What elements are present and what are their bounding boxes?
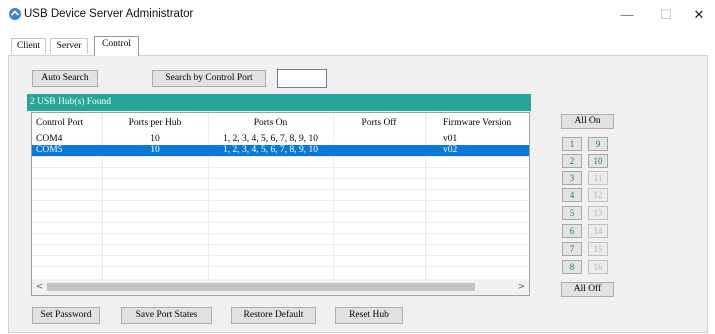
- scroll-left-icon[interactable]: <: [32, 279, 47, 295]
- table-row[interactable]: COM4 10 1, 2, 3, 4, 5, 6, 7, 8, 9, 10 v01: [32, 134, 529, 145]
- column-header[interactable]: Ports On: [208, 113, 333, 134]
- minimize-button[interactable]: —: [612, 5, 642, 25]
- tab-control[interactable]: Control: [94, 36, 139, 56]
- all-on-button[interactable]: All On: [561, 114, 614, 129]
- port-6-button[interactable]: 6: [562, 224, 582, 238]
- port-10-button[interactable]: 10: [588, 154, 608, 168]
- restore-default-button[interactable]: Restore Default: [231, 307, 316, 324]
- port-5-button[interactable]: 5: [562, 206, 582, 220]
- column-header[interactable]: Control Port: [32, 113, 102, 134]
- search-by-control-port-button[interactable]: Search by Control Port: [152, 70, 266, 87]
- hubs-found-status: 2 USB Hub(s) Found: [27, 94, 531, 111]
- port-14-button[interactable]: 14: [588, 224, 608, 238]
- port-9-button[interactable]: 9: [588, 137, 608, 151]
- title-bar: USB Device Server Administrator — ☐ ✕: [0, 0, 715, 31]
- ports-per-hub-cell: 10: [150, 134, 160, 144]
- port-3-button[interactable]: 3: [562, 171, 582, 185]
- control-port-input[interactable]: [277, 69, 327, 88]
- port-15-button[interactable]: 15: [588, 242, 608, 256]
- port-7-button[interactable]: 7: [562, 242, 582, 256]
- set-password-button[interactable]: Set Password: [32, 307, 100, 324]
- column-header[interactable]: Firmware Version: [425, 113, 529, 134]
- maximize-button[interactable]: ☐: [651, 5, 681, 25]
- tab-client[interactable]: Client: [11, 38, 46, 54]
- auto-search-button[interactable]: Auto Search: [32, 70, 98, 87]
- horizontal-scrollbar[interactable]: < >: [32, 279, 529, 295]
- scroll-thumb[interactable]: [47, 283, 475, 291]
- ports-on-cell: 1, 2, 3, 4, 5, 6, 7, 8, 9, 10: [223, 134, 318, 144]
- scroll-right-icon[interactable]: >: [514, 279, 529, 295]
- port-16-button[interactable]: 16: [588, 260, 608, 274]
- table-header: Control Port Ports per Hub Ports On Ports O…: [32, 113, 529, 134]
- reset-hub-button[interactable]: Reset Hub: [335, 307, 403, 324]
- save-port-states-button[interactable]: Save Port States: [121, 307, 212, 324]
- usb-app-icon: [9, 8, 21, 20]
- column-header[interactable]: Ports Off: [333, 113, 425, 134]
- control-port-cell: COM5: [36, 145, 63, 155]
- control-port-cell: COM4: [36, 134, 63, 144]
- all-off-button[interactable]: All Off: [561, 282, 614, 297]
- table-row-selected[interactable]: COM5 10 1, 2, 3, 4, 5, 6, 7, 8, 9, 10 v02: [32, 145, 529, 156]
- port-12-button[interactable]: 12: [588, 188, 608, 202]
- firmware-cell: v02: [443, 145, 458, 155]
- column-header[interactable]: Ports per Hub: [102, 113, 208, 134]
- close-button[interactable]: ✕: [684, 5, 714, 25]
- firmware-cell: v01: [443, 134, 458, 144]
- tab-server[interactable]: Server: [50, 38, 88, 54]
- port-4-button[interactable]: 4: [562, 188, 582, 202]
- port-8-button[interactable]: 8: [562, 260, 582, 274]
- port-13-button[interactable]: 13: [588, 206, 608, 220]
- window-title: USB Device Server Administrator: [24, 8, 194, 20]
- ports-on-cell: 1, 2, 3, 4, 5, 6, 7, 8, 9, 10: [223, 145, 318, 155]
- port-1-button[interactable]: 1: [562, 137, 582, 151]
- port-11-button[interactable]: 11: [588, 171, 608, 185]
- port-2-button[interactable]: 2: [562, 154, 582, 168]
- hub-list[interactable]: Control Port Ports per Hub Ports On Ports O…: [31, 112, 530, 296]
- ports-per-hub-cell: 10: [150, 145, 160, 155]
